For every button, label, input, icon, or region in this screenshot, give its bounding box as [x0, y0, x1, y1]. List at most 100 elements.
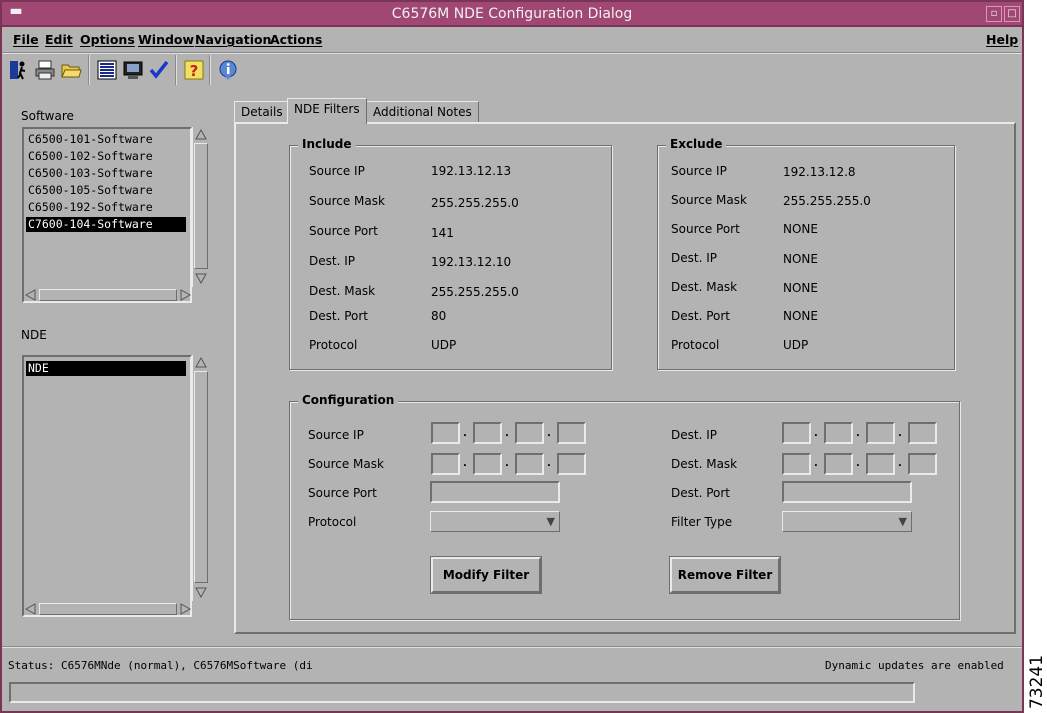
- ip-dot: .: [856, 428, 860, 439]
- dest-mask-octet-1[interactable]: [782, 453, 811, 475]
- svg-text:?: ?: [190, 62, 199, 80]
- source-ip-octet-3[interactable]: [515, 422, 544, 444]
- scroll-thumb[interactable]: [194, 371, 208, 583]
- scroll-left-icon[interactable]: [24, 288, 38, 302]
- list-item[interactable]: C6500-105-Software: [26, 183, 186, 198]
- remove-filter-button[interactable]: Remove Filter: [669, 556, 781, 594]
- scroll-up-icon[interactable]: [194, 128, 208, 142]
- progress-bar: [9, 682, 915, 703]
- dialog-window: ▬ C6576M NDE Configuration Dialog ▫ □ Fi…: [0, 0, 1024, 713]
- menu-edit[interactable]: Edit: [45, 32, 73, 47]
- source-mask-octet-3[interactable]: [515, 453, 544, 475]
- ip-dot: .: [547, 458, 551, 469]
- menu-file[interactable]: File: [13, 32, 39, 47]
- scroll-down-icon[interactable]: [194, 585, 208, 599]
- dest-ip-octet-3[interactable]: [866, 422, 895, 444]
- title-bar[interactable]: ▬ C6576M NDE Configuration Dialog ▫ □: [2, 2, 1022, 27]
- print-icon[interactable]: [33, 58, 57, 82]
- ip-dot: .: [814, 458, 818, 469]
- info-icon[interactable]: [216, 58, 240, 82]
- tab-nde-filters[interactable]: NDE Filters: [287, 98, 367, 124]
- nde-horizontal-scrollbar[interactable]: [24, 602, 192, 617]
- ip-dot: .: [505, 458, 509, 469]
- protocol-dropdown[interactable]: ▼: [430, 511, 560, 532]
- include-dest-ip-label: Dest. IP: [309, 254, 355, 268]
- dest-mask-octet-2[interactable]: [824, 453, 853, 475]
- source-mask-octet-4[interactable]: [557, 453, 586, 475]
- list-icon[interactable]: [95, 58, 119, 82]
- tab-additional-notes[interactable]: Additional Notes: [366, 101, 479, 123]
- software-list[interactable]: C6500-101-Software C6500-102-Software C6…: [22, 127, 192, 303]
- source-mask-octet-2[interactable]: [473, 453, 502, 475]
- menu-actions[interactable]: Actions: [270, 32, 322, 47]
- list-item[interactable]: C6500-101-Software: [26, 132, 186, 147]
- source-ip-octet-2[interactable]: [473, 422, 502, 444]
- nde-list[interactable]: NDE: [22, 355, 192, 617]
- software-vertical-scrollbar[interactable]: [192, 127, 208, 287]
- include-dest-ip-value: 192.13.12.10: [431, 255, 512, 269]
- include-source-port-value: 141: [431, 226, 454, 240]
- source-mask-octet-1[interactable]: [431, 453, 460, 475]
- list-item[interactable]: C6500-192-Software: [26, 200, 186, 215]
- ip-dot: .: [505, 428, 509, 439]
- scroll-left-icon[interactable]: [24, 602, 38, 616]
- scroll-down-icon[interactable]: [194, 271, 208, 285]
- checkmark-icon[interactable]: [147, 58, 171, 82]
- config-dest-mask-label: Dest. Mask: [671, 457, 738, 471]
- menu-navigation[interactable]: Navigation: [195, 32, 271, 47]
- menu-window[interactable]: Window: [138, 32, 194, 47]
- dest-port-field[interactable]: [782, 481, 912, 503]
- menu-options[interactable]: Options: [80, 32, 135, 47]
- list-item[interactable]: C6500-102-Software: [26, 149, 186, 164]
- modify-filter-button[interactable]: Modify Filter: [430, 556, 542, 594]
- dest-ip-octet-1[interactable]: [782, 422, 811, 444]
- nde-vertical-scrollbar[interactable]: [192, 355, 208, 601]
- scroll-up-icon[interactable]: [194, 356, 208, 370]
- config-source-mask-label: Source Mask: [308, 457, 384, 471]
- tab-details[interactable]: Details: [234, 101, 290, 123]
- exclude-source-mask-value: 255.255.255.0: [783, 194, 871, 208]
- filter-type-dropdown[interactable]: ▼: [782, 511, 912, 532]
- list-item-selected[interactable]: C7600-104-Software: [26, 217, 186, 232]
- ip-dot: .: [856, 458, 860, 469]
- maximize-icon[interactable]: □: [1004, 6, 1020, 22]
- source-ip-octet-1[interactable]: [431, 422, 460, 444]
- window-title: C6576M NDE Configuration Dialog: [391, 6, 633, 22]
- scroll-thumb[interactable]: [39, 289, 177, 301]
- exclude-dest-mask-label: Dest. Mask: [671, 280, 738, 294]
- menu-help[interactable]: Help: [986, 32, 1018, 47]
- ip-dot: .: [898, 428, 902, 439]
- scroll-right-icon[interactable]: [178, 602, 192, 616]
- exclude-group: Exclude Source IP 192.13.12.8 Source Mas…: [657, 137, 955, 370]
- config-protocol-label: Protocol: [308, 515, 357, 529]
- config-dest-ip-label: Dest. IP: [671, 428, 717, 442]
- menu-separator: [2, 52, 1022, 54]
- status-text: Status: C6576MNde (normal), C6576MSoftwa…: [8, 659, 313, 672]
- exclude-source-mask-label: Source Mask: [671, 193, 747, 207]
- dest-ip-octet-4[interactable]: [908, 422, 937, 444]
- minimize-icon[interactable]: ▫: [986, 6, 1002, 22]
- exclude-source-ip-value: 192.13.12.8: [783, 165, 856, 179]
- dest-ip-octet-2[interactable]: [824, 422, 853, 444]
- exclude-protocol-value: UDP: [783, 338, 809, 352]
- scroll-thumb[interactable]: [39, 603, 177, 615]
- ip-dot: .: [463, 428, 467, 439]
- dest-mask-octet-3[interactable]: [866, 453, 895, 475]
- menu-bar: File Edit Options Window Navigation Acti…: [2, 28, 1022, 54]
- exit-icon[interactable]: [7, 58, 31, 82]
- config-dest-port-label: Dest. Port: [671, 486, 730, 500]
- scroll-thumb[interactable]: [194, 143, 208, 269]
- list-item[interactable]: C6500-103-Software: [26, 166, 186, 181]
- ip-dot: .: [463, 458, 467, 469]
- scroll-right-icon[interactable]: [178, 288, 192, 302]
- source-ip-octet-4[interactable]: [557, 422, 586, 444]
- software-horizontal-scrollbar[interactable]: [24, 288, 192, 303]
- help-icon[interactable]: ?: [182, 58, 206, 82]
- include-dest-mask-label: Dest. Mask: [309, 284, 376, 298]
- software-label: Software: [21, 109, 74, 123]
- monitor-icon[interactable]: [121, 58, 145, 82]
- dest-mask-octet-4[interactable]: [908, 453, 937, 475]
- open-folder-icon[interactable]: [59, 58, 83, 82]
- list-item-selected[interactable]: NDE: [26, 361, 186, 376]
- source-port-field[interactable]: [430, 481, 560, 503]
